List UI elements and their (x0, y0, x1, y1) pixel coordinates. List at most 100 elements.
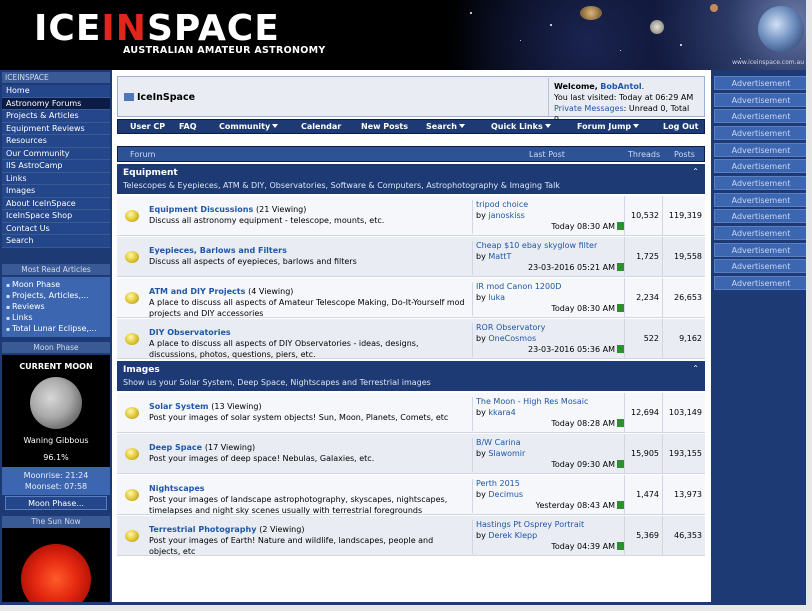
sidebar-item-astrocamp[interactable]: IIS AstroCamp (2, 160, 110, 173)
forum-title-link[interactable]: Eyepieces, Barlows and Filters (149, 246, 287, 255)
go-to-last-post-icon[interactable] (617, 222, 624, 230)
sidebar-item-images[interactable]: Images (2, 185, 110, 198)
advertisement[interactable]: Advertisement (714, 193, 808, 207)
forum-title-link[interactable]: Solar System (149, 402, 208, 411)
most-read-title: Most Read Articles (2, 264, 110, 275)
most-read-item[interactable]: ▪ Projects, Articles,... (2, 290, 110, 301)
nav-forum-jump[interactable]: Forum Jump (577, 122, 640, 131)
collapse-icon[interactable]: ⌃ (692, 364, 699, 373)
sun-now-title: The Sun Now (2, 516, 110, 528)
site-tagline: AUSTRALIAN AMATEUR ASTRONOMY (123, 45, 326, 56)
forum-status-icon (125, 292, 139, 304)
nav-new-posts[interactable]: New Posts (361, 122, 408, 131)
most-read-item[interactable]: ▪ Links (2, 312, 110, 323)
last-post-time: 23-03-2016 05:21 AM (527, 263, 615, 272)
sidebar-item-contact[interactable]: Contact Us (2, 223, 110, 235)
category-name[interactable]: Equipment (123, 168, 178, 178)
last-post-title[interactable]: Cheap $10 ebay skyglow filter (476, 241, 624, 252)
last-post-user[interactable]: Decimus (488, 490, 523, 499)
sidebar-item-about[interactable]: About IceInSpace (2, 198, 110, 210)
sidebar-item-astronomy-forums[interactable]: Astronomy Forums (2, 97, 110, 110)
sidebar-item-links[interactable]: Links (2, 173, 110, 185)
last-post-title[interactable]: tripod choice (476, 200, 624, 211)
sidebar-item-search[interactable]: Search (2, 235, 110, 248)
private-messages-link[interactable]: Private Messages (554, 104, 624, 113)
advertisement[interactable]: Advertisement (714, 243, 808, 257)
username-link[interactable]: BobAntol (600, 82, 641, 91)
breadcrumb[interactable]: IceInSpace (124, 92, 195, 103)
sidebar-item-resources[interactable]: Resources (2, 135, 110, 148)
nav-quick-links[interactable]: Quick Links (491, 122, 551, 131)
nav-log-out[interactable]: Log Out (663, 122, 698, 131)
collapse-icon[interactable]: ⌃ (692, 167, 699, 176)
nav-calendar[interactable]: Calendar (301, 122, 341, 131)
most-read-item[interactable]: ▪ Reviews (2, 301, 110, 312)
moon-image (30, 377, 82, 429)
go-to-last-post-icon[interactable] (617, 501, 624, 509)
forum-row: Terrestrial Photography (2 Viewing) Post… (117, 516, 705, 556)
nav-search[interactable]: Search (426, 122, 465, 131)
advertisement[interactable]: Advertisement (714, 226, 808, 240)
category-header: Equipment Telescopes & Eyepieces, ATM & … (117, 164, 705, 194)
forum-title-link[interactable]: ATM and DIY Projects (149, 287, 245, 296)
forum-status-icon (125, 407, 139, 419)
advertisement[interactable]: Advertisement (714, 109, 808, 123)
chevron-down-icon (272, 124, 279, 128)
go-to-last-post-icon[interactable] (617, 419, 624, 427)
go-to-last-post-icon[interactable] (617, 345, 624, 353)
last-post-title[interactable]: Perth 2015 (476, 479, 624, 490)
forum-row: Deep Space (17 Viewing) Post your images… (117, 434, 705, 474)
advertisement[interactable]: Advertisement (714, 76, 808, 90)
forum-title-link[interactable]: Deep Space (149, 443, 202, 452)
page-shadow-right (806, 0, 812, 611)
last-post-user[interactable]: OneCosmos (488, 334, 536, 343)
category-name[interactable]: Images (123, 365, 160, 375)
forum-navbar: User CP FAQ Community Calendar New Posts… (117, 119, 705, 134)
sidebar-item-equipment-reviews[interactable]: Equipment Reviews (2, 123, 110, 135)
category-header: Images Show us your Solar System, Deep S… (117, 361, 705, 391)
last-post-title[interactable]: Hastings Pt Osprey Portrait (476, 520, 624, 531)
last-post-time: 23-03-2016 05:36 AM (527, 345, 615, 354)
nav-faq[interactable]: FAQ (179, 122, 197, 131)
forum-title-link[interactable]: Nightscapes (149, 484, 205, 493)
banner-url: www.iceinspace.com.au (732, 59, 804, 66)
go-to-last-post-icon[interactable] (617, 263, 624, 271)
sidebar-item-shop[interactable]: IceInSpace Shop (2, 210, 110, 223)
sidebar-item-our-community[interactable]: Our Community (2, 148, 110, 160)
last-post-user[interactable]: janoskiss (488, 211, 524, 220)
advertisement[interactable]: Advertisement (714, 126, 808, 140)
last-post-title[interactable]: B/W Carina (476, 438, 624, 449)
most-read-item[interactable]: ▪ Moon Phase (2, 279, 110, 290)
advertisement[interactable]: Advertisement (714, 93, 808, 107)
sidebar-item-home[interactable]: Home (2, 85, 110, 98)
nav-user-cp[interactable]: User CP (130, 122, 165, 131)
last-post-user[interactable]: Derek Klepp (488, 531, 537, 540)
forum-title-link[interactable]: DIY Observatories (149, 328, 231, 337)
forum-title-link[interactable]: Equipment Discussions (149, 205, 253, 214)
sidebar-item-projects-articles[interactable]: Projects & Articles (2, 110, 110, 123)
moon-illumination: 96.1% (43, 453, 69, 462)
last-post-user[interactable]: luka (488, 293, 505, 302)
last-post-title[interactable]: IR mod Canon 1200D (476, 282, 624, 293)
last-post-title[interactable]: ROR Observatory (476, 323, 624, 334)
moon-phase-button[interactable]: Moon Phase... (5, 496, 107, 510)
forum-desc: Discuss all aspects of eyepieces, barlow… (149, 257, 357, 266)
last-post-user[interactable]: MattT (488, 252, 511, 261)
go-to-last-post-icon[interactable] (617, 304, 624, 312)
forum-row: DIY Observatories A place to discuss all… (117, 319, 705, 359)
advertisement[interactable]: Advertisement (714, 209, 808, 223)
nav-community[interactable]: Community (219, 122, 279, 131)
most-read-item[interactable]: ▪ Total Lunar Eclipse,... (2, 323, 110, 334)
advertisement[interactable]: Advertisement (714, 159, 808, 173)
forum-title-link[interactable]: Terrestrial Photography (149, 525, 256, 534)
advertisement[interactable]: Advertisement (714, 276, 808, 290)
go-to-last-post-icon[interactable] (617, 542, 624, 550)
advertisement[interactable]: Advertisement (714, 143, 808, 157)
site-logo[interactable]: ICEINSPACE (34, 11, 280, 47)
advertisement[interactable]: Advertisement (714, 259, 808, 273)
last-post-title[interactable]: The Moon - High Res Mosaic (476, 397, 624, 408)
last-post-user[interactable]: Slawomir (488, 449, 525, 458)
go-to-last-post-icon[interactable] (617, 460, 624, 468)
last-post-user[interactable]: kkara4 (488, 408, 515, 417)
advertisement[interactable]: Advertisement (714, 176, 808, 190)
